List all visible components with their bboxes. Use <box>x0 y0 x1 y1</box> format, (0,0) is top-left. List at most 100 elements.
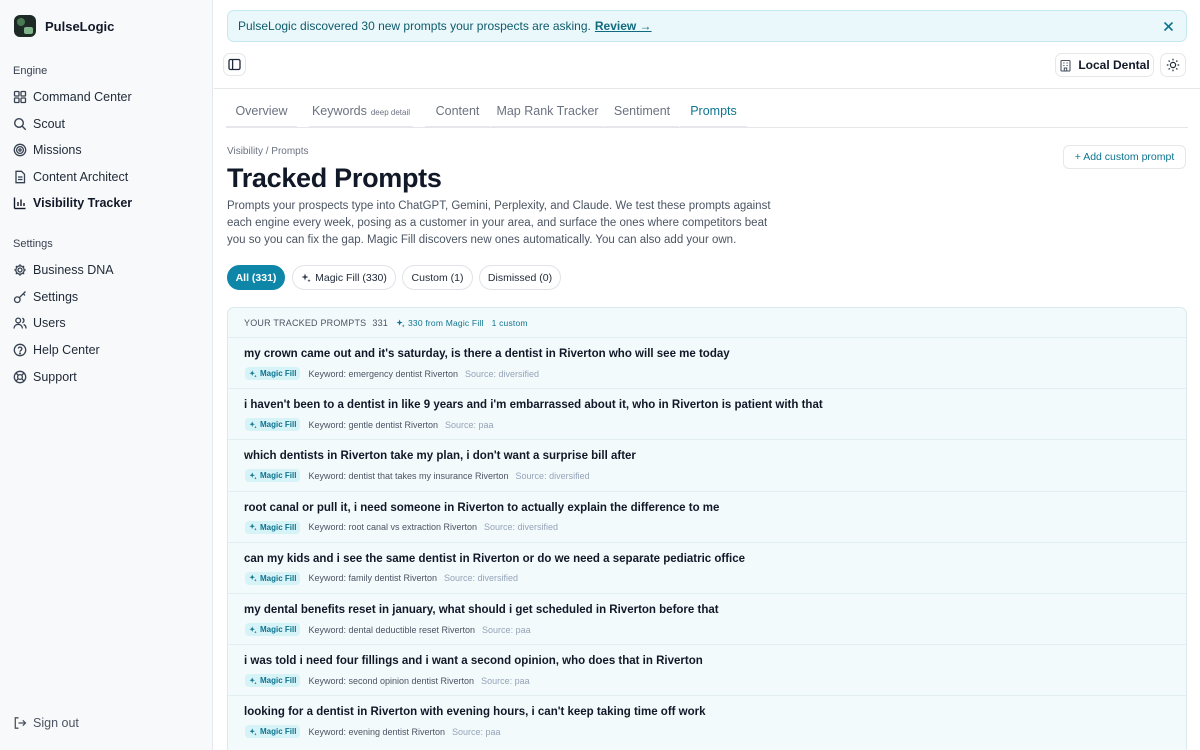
sparkles-icon <box>249 574 257 582</box>
sidebar-item-users[interactable]: Users <box>13 312 201 334</box>
tab-prompts[interactable]: Prompts <box>680 96 747 128</box>
filter-all[interactable]: All (331) <box>227 265 285 290</box>
sidebar-item-label: Command Center <box>33 90 132 104</box>
badge-label: Magic Fill <box>260 676 297 686</box>
custom-count: 1 custom <box>491 318 528 328</box>
filter-label: Custom (1) <box>411 271 464 284</box>
key-icon <box>13 291 26 304</box>
prompt-source: Source: diversified <box>465 368 540 379</box>
prompt-source: Source: diversified <box>444 573 519 584</box>
tab-keywords[interactable]: Keywords deep detail <box>309 96 413 128</box>
banner-close-button[interactable] <box>1158 16 1178 36</box>
sign-out-icon <box>14 717 27 729</box>
badge-label: Magic Fill <box>260 573 297 583</box>
prompt-keyword: Keyword: gentle dentist Riverton <box>308 419 439 430</box>
prompt-row[interactable]: looking for a dentist in Riverton with e… <box>228 695 1186 746</box>
sparkles-icon <box>249 677 257 685</box>
filter-magic-fill[interactable]: Magic Fill (330) <box>292 265 396 290</box>
sidebar-item-label: Visibility Tracker <box>33 196 133 210</box>
location-name: Local Dental <box>1078 58 1150 72</box>
sidebar-item-business-dna[interactable]: Business DNA <box>13 259 201 281</box>
theme-toggle-button[interactable] <box>1160 53 1186 77</box>
prompt-row[interactable]: which dentists in Riverton take my plan,… <box>228 439 1186 490</box>
brand-logo <box>14 15 36 37</box>
sidebar-item-settings[interactable]: Settings <box>13 286 201 308</box>
prompt-row[interactable]: root canal or pull it, i need someone in… <box>228 490 1186 542</box>
sidebar-item-label: Users <box>33 316 66 330</box>
tab-label: Map Rank Tracker <box>496 104 599 118</box>
banner-text: PulseLogic discovered 30 new prompts you… <box>238 19 591 33</box>
banner-review-link[interactable]: Review → <box>595 19 652 33</box>
prompt-keyword: Keyword: dental deductible reset Riverto… <box>308 624 476 635</box>
brand[interactable]: PulseLogic <box>14 14 114 38</box>
magic-fill-badge: Magic Fill <box>245 418 301 432</box>
sidebar-item-visibility-tracker[interactable]: Visibility Tracker <box>13 192 201 214</box>
sparkles-icon <box>249 472 257 480</box>
tab-content[interactable]: Content <box>425 96 490 128</box>
section-tabs: Overview Keywords deep detail Content Map… <box>226 96 1188 128</box>
prompt-row[interactable]: my crown came out and it's saturday, is … <box>228 337 1186 388</box>
sidebar-toggle-button[interactable] <box>223 53 246 76</box>
sparkles-icon <box>396 318 405 327</box>
help-circle-icon <box>13 343 27 357</box>
filter-custom[interactable]: Custom (1) <box>402 265 473 290</box>
location-selector-button[interactable]: Local Dental <box>1055 53 1154 77</box>
sidebar-item-command-center[interactable]: Command Center <box>13 86 201 108</box>
prompt-keyword: Keyword: root canal vs extraction Rivert… <box>308 522 478 533</box>
prompt-source: Source: paa <box>482 624 531 635</box>
tab-label: Content <box>435 104 480 118</box>
magic-fill-count: 330 from Magic Fill <box>396 318 484 328</box>
sidebar-item-label: Settings <box>33 290 79 304</box>
filter-label: Magic Fill (330) <box>315 271 387 284</box>
prompt-keyword: Keyword: family dentist Riverton <box>308 573 438 584</box>
prompt-row[interactable]: i haven't been to a dentist in like 9 ye… <box>228 388 1186 439</box>
badge-label: Magic Fill <box>260 727 297 737</box>
sparkles-icon <box>301 273 311 282</box>
prompt-meta: Magic Fill Keyword: gentle dentist Rivert… <box>245 418 494 432</box>
sidebar-item-support[interactable]: Support <box>13 366 201 388</box>
magic-fill-badge: Magic Fill <box>245 623 301 636</box>
signout-button[interactable]: Sign out <box>13 712 201 734</box>
sidebar-item-label: Content Architect <box>33 170 129 184</box>
prompt-row[interactable]: can my kids and i see the same dentist i… <box>228 541 1186 593</box>
brand-name: PulseLogic <box>45 18 115 34</box>
target-icon <box>13 143 27 157</box>
prompt-text: root canal or pull it, i need someone in… <box>244 501 720 514</box>
tab-map-rank-tracker[interactable]: Map Rank Tracker <box>491 96 604 128</box>
sidebar-item-label: Scout <box>33 117 65 131</box>
prompt-meta: Magic Fill Keyword: second opinion dentis… <box>245 674 530 688</box>
section-label-engine: Engine <box>13 65 48 77</box>
prompt-text: can my kids and i see the same dentist i… <box>244 552 746 565</box>
document-icon <box>15 170 26 184</box>
filter-dismissed[interactable]: Dismissed (0) <box>479 265 561 290</box>
building-icon <box>1060 59 1071 72</box>
sidebar-item-missions[interactable]: Missions <box>13 139 201 161</box>
prompt-keyword: Keyword: emergency dentist Riverton <box>308 368 459 379</box>
tab-overview[interactable]: Overview <box>226 96 297 128</box>
add-custom-prompt-button[interactable]: + Add custom prompt <box>1063 145 1186 169</box>
sparkles-icon <box>249 728 257 736</box>
sidebar-item-scout[interactable]: Scout <box>13 113 201 135</box>
prompt-meta: Magic Fill Keyword: emergency dentist Riv… <box>245 367 539 380</box>
topbar-divider <box>214 88 1200 89</box>
sidebar-item-label: Support <box>33 370 77 384</box>
prompt-source: Source: paa <box>452 726 501 737</box>
sidebar-item-help-center[interactable]: Help Center <box>13 339 201 361</box>
page-title: Tracked Prompts <box>227 163 442 193</box>
prompt-keyword: Keyword: evening dentist Riverton <box>308 726 446 737</box>
prompt-meta: Magic Fill Keyword: root canal vs extract… <box>245 520 558 534</box>
tracked-prompts-list: YOUR TRACKED PROMPTS 331 330 from Magic … <box>227 307 1187 750</box>
gear-icon <box>14 264 26 276</box>
main-content: PulseLogic discovered 30 new prompts you… <box>214 0 1200 750</box>
prompt-row[interactable]: my dental benefits reset in january, wha… <box>228 593 1186 644</box>
breadcrumb: Visibility / Prompts <box>227 146 309 157</box>
magic-fill-badge: Magic Fill <box>245 520 301 534</box>
filter-label: Dismissed (0) <box>487 271 553 284</box>
tab-sentiment[interactable]: Sentiment <box>605 96 679 128</box>
magic-fill-count-label: 330 from Magic Fill <box>407 318 484 328</box>
tab-label: Keywords <box>311 104 367 118</box>
search-icon <box>13 117 27 131</box>
sidebar-item-content-architect[interactable]: Content Architect <box>13 166 201 188</box>
magic-fill-badge: Magic Fill <box>245 469 301 483</box>
prompt-row[interactable]: i was told i need four fillings and i wa… <box>228 644 1186 695</box>
